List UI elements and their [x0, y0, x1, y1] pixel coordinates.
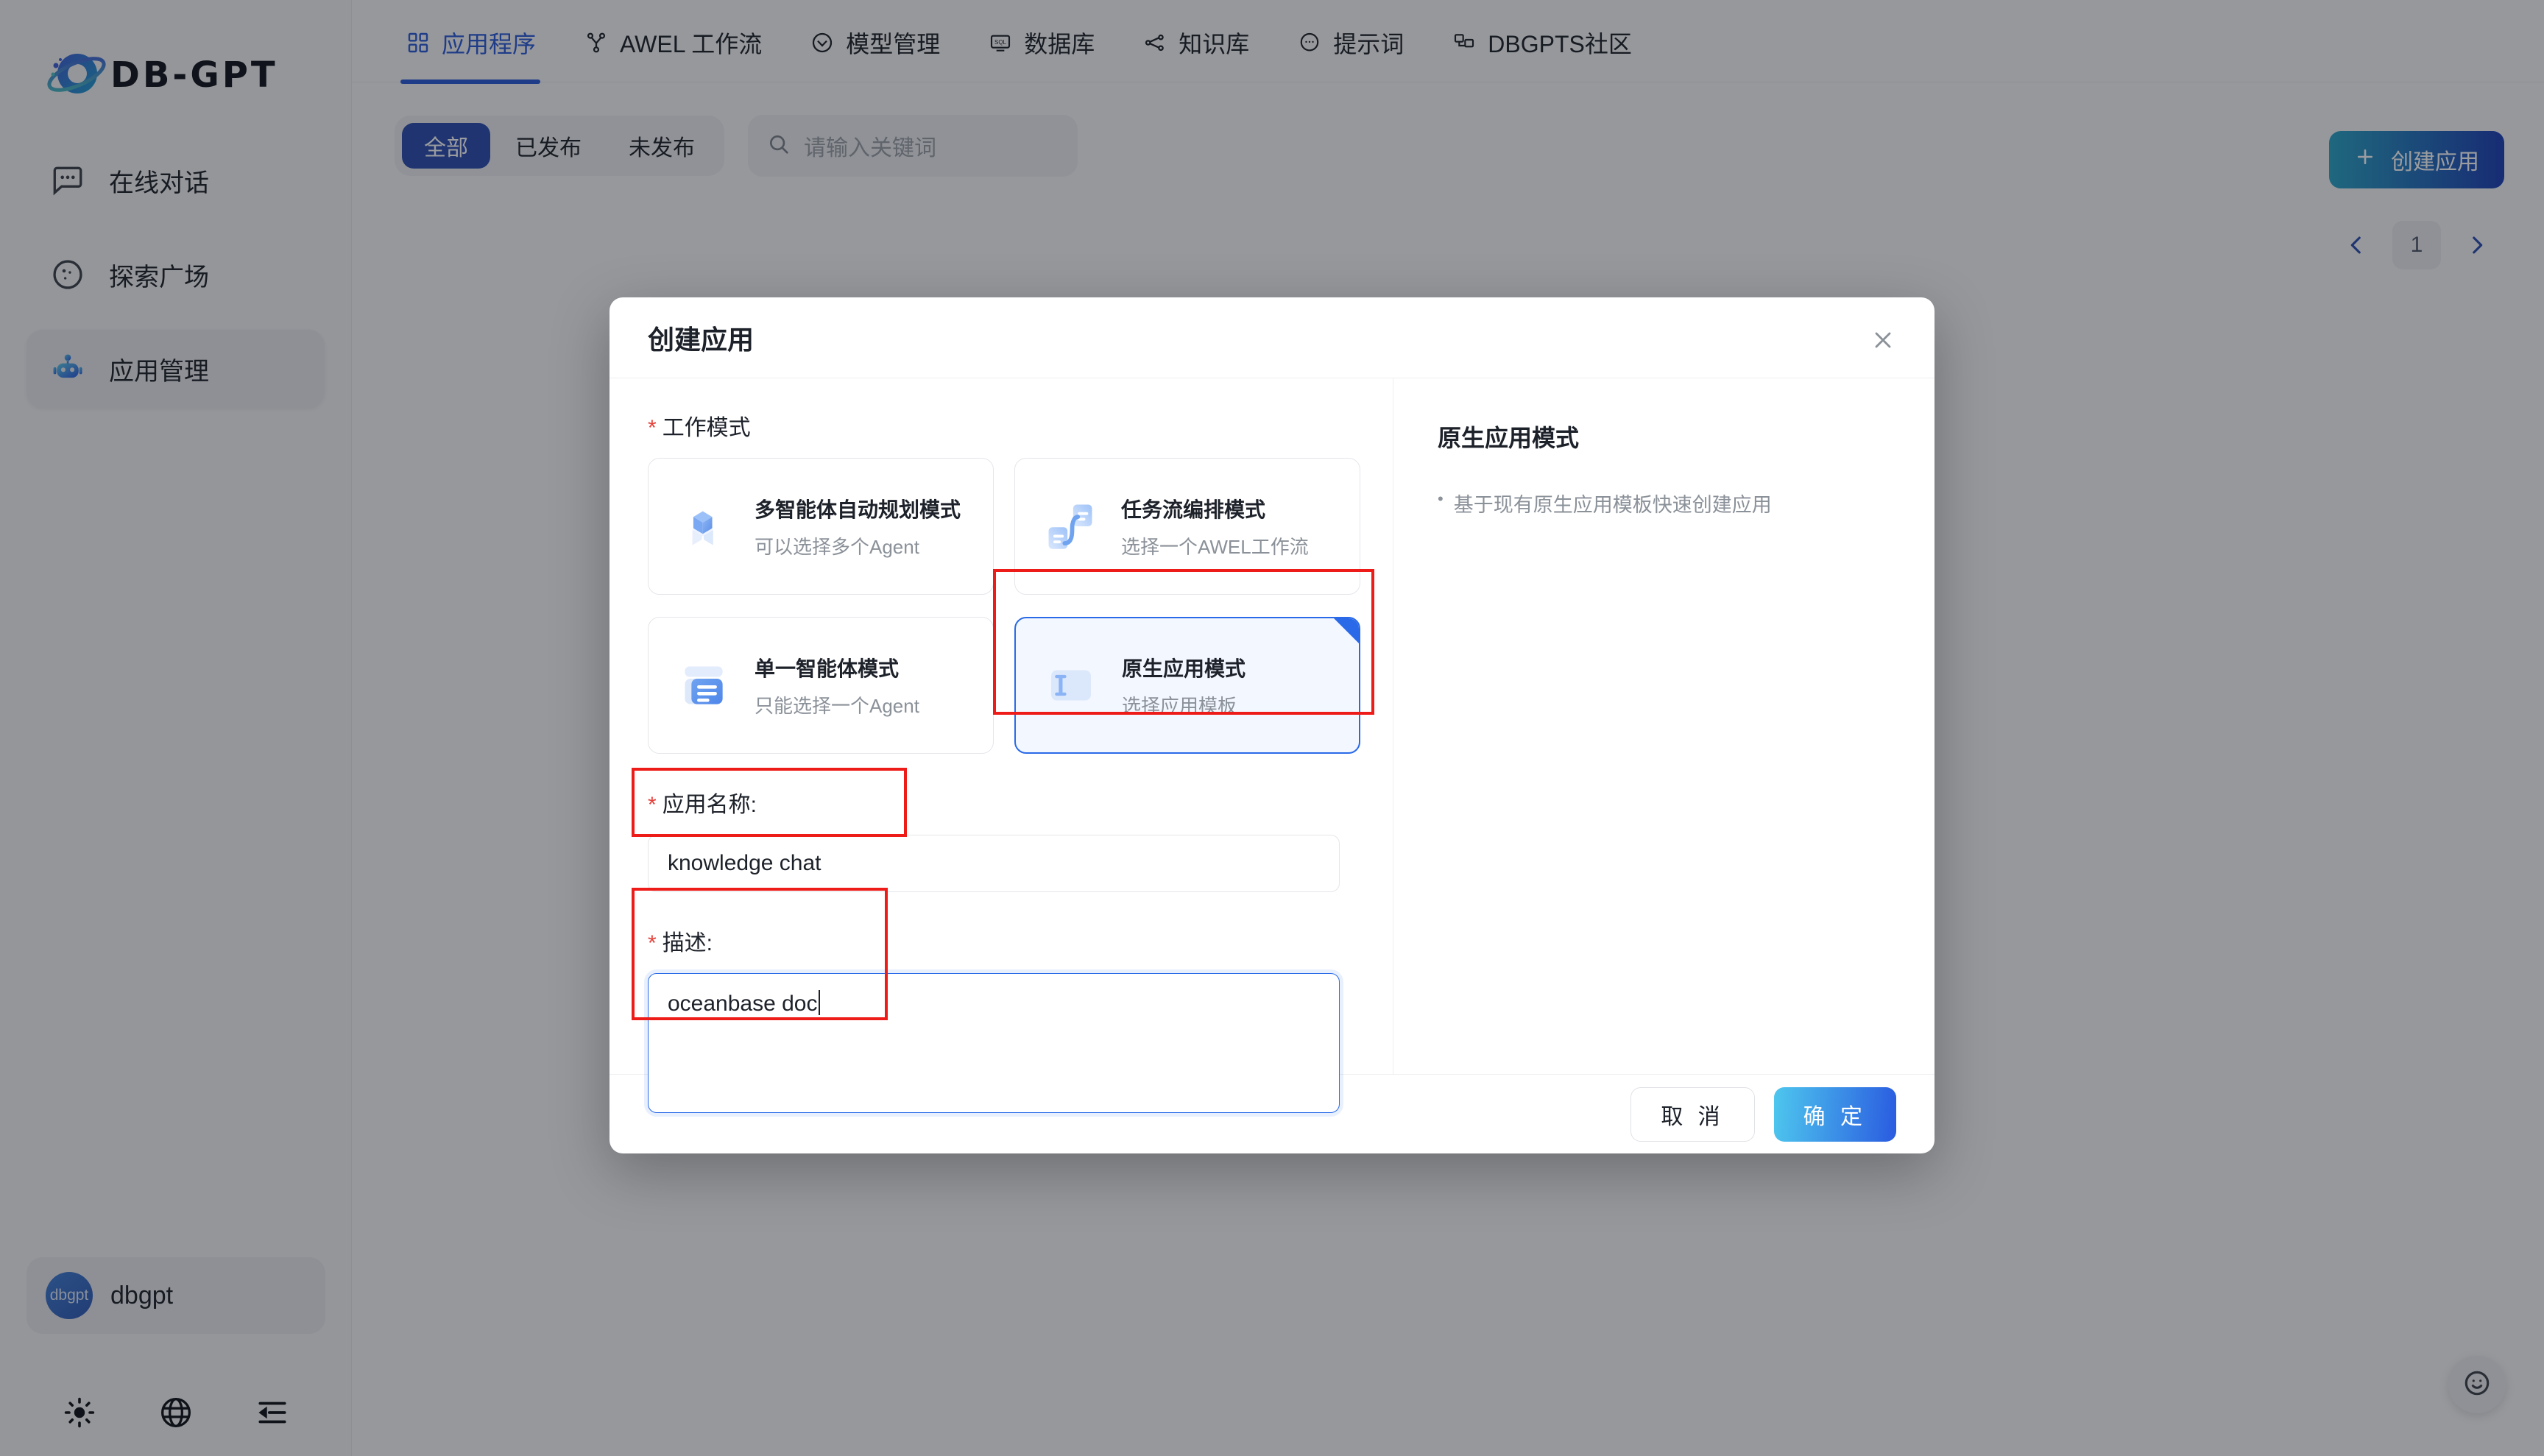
mode-name: 多智能体自动规划模式 [755, 494, 961, 523]
required-mark: * [648, 417, 657, 439]
dialog-form: * 工作模式 [610, 378, 1393, 1074]
bullet-text: 基于现有原生应用模板快速创建应用 [1454, 489, 1772, 517]
create-app-dialog: 创建应用 * 工作模式 [610, 297, 1935, 1153]
bullet-marker: • [1438, 489, 1444, 510]
info-panel-bullet: • 基于现有原生应用模板快速创建应用 [1438, 489, 1893, 517]
mode-card-task-flow[interactable]: 任务流编排模式 选择一个AWEL工作流 [1014, 458, 1360, 595]
screen: DB-GPT 在线对话 [0, 0, 2544, 1456]
template-icon [1039, 654, 1103, 717]
app-name-input[interactable]: knowledge chat [648, 835, 1340, 892]
mode-text: 单一智能体模式 只能选择一个Agent [755, 653, 919, 718]
cancel-label: 取 消 [1661, 1098, 1724, 1131]
mode-card-multi-agent[interactable]: 多智能体自动规划模式 可以选择多个Agent [648, 458, 994, 595]
mode-desc: 选择一个AWEL工作流 [1121, 532, 1309, 559]
mode-card-single-agent[interactable]: 单一智能体模式 只能选择一个Agent [648, 617, 994, 754]
selected-corner-marker [1334, 618, 1359, 643]
mode-text: 多智能体自动规划模式 可以选择多个Agent [755, 494, 961, 559]
mode-card-native-app[interactable]: 原生应用模式 选择应用模板 [1014, 617, 1360, 754]
mode-desc: 只能选择一个Agent [755, 691, 919, 718]
description-value: oceanbase doc [668, 992, 818, 1016]
mode-name: 原生应用模式 [1122, 653, 1246, 682]
mode-info-panel: 原生应用模式 • 基于现有原生应用模板快速创建应用 [1393, 378, 1935, 1074]
required-mark: * [648, 794, 657, 816]
mode-name: 任务流编排模式 [1121, 494, 1309, 523]
dialog-title: 创建应用 [648, 319, 754, 357]
work-mode-label-text: 工作模式 [662, 409, 751, 442]
mode-option-cell: 原生应用模式 选择应用模板 [1014, 617, 1360, 754]
required-mark: * [648, 933, 657, 955]
dialog-header: 创建应用 [610, 297, 1935, 378]
description-label: * 描述: [648, 925, 1354, 957]
info-panel-title: 原生应用模式 [1438, 420, 1893, 453]
mode-text: 任务流编排模式 选择一个AWEL工作流 [1121, 494, 1309, 559]
mode-name: 单一智能体模式 [755, 653, 919, 682]
dialog-body: * 工作模式 [610, 378, 1935, 1074]
description-textarea[interactable]: oceanbase doc [648, 973, 1340, 1113]
app-name-value: knowledge chat [668, 851, 821, 876]
mode-text: 原生应用模式 选择应用模板 [1122, 653, 1246, 718]
close-icon[interactable] [1865, 322, 1901, 358]
work-mode-options: 多智能体自动规划模式 可以选择多个Agent [648, 458, 1354, 754]
mode-option-cell: 单一智能体模式 只能选择一个Agent [648, 617, 994, 754]
flow-icon [1039, 495, 1102, 558]
text-caret [819, 990, 820, 1015]
app-name-label: * 应用名称: [648, 786, 1354, 819]
mode-desc: 可以选择多个Agent [755, 532, 961, 559]
mode-option-cell: 任务流编排模式 选择一个AWEL工作流 [1014, 458, 1360, 595]
mode-desc: 选择应用模板 [1122, 691, 1246, 718]
description-label-text: 描述: [662, 925, 713, 957]
cubes-icon [672, 495, 735, 558]
confirm-label: 确 定 [1803, 1098, 1867, 1131]
card-lines-icon [672, 654, 735, 717]
app-name-label-text: 应用名称: [662, 786, 757, 819]
mode-option-cell: 多智能体自动规划模式 可以选择多个Agent [648, 458, 994, 595]
work-mode-label: * 工作模式 [648, 409, 1354, 442]
confirm-button[interactable]: 确 定 [1774, 1087, 1896, 1142]
cancel-button[interactable]: 取 消 [1630, 1087, 1754, 1142]
